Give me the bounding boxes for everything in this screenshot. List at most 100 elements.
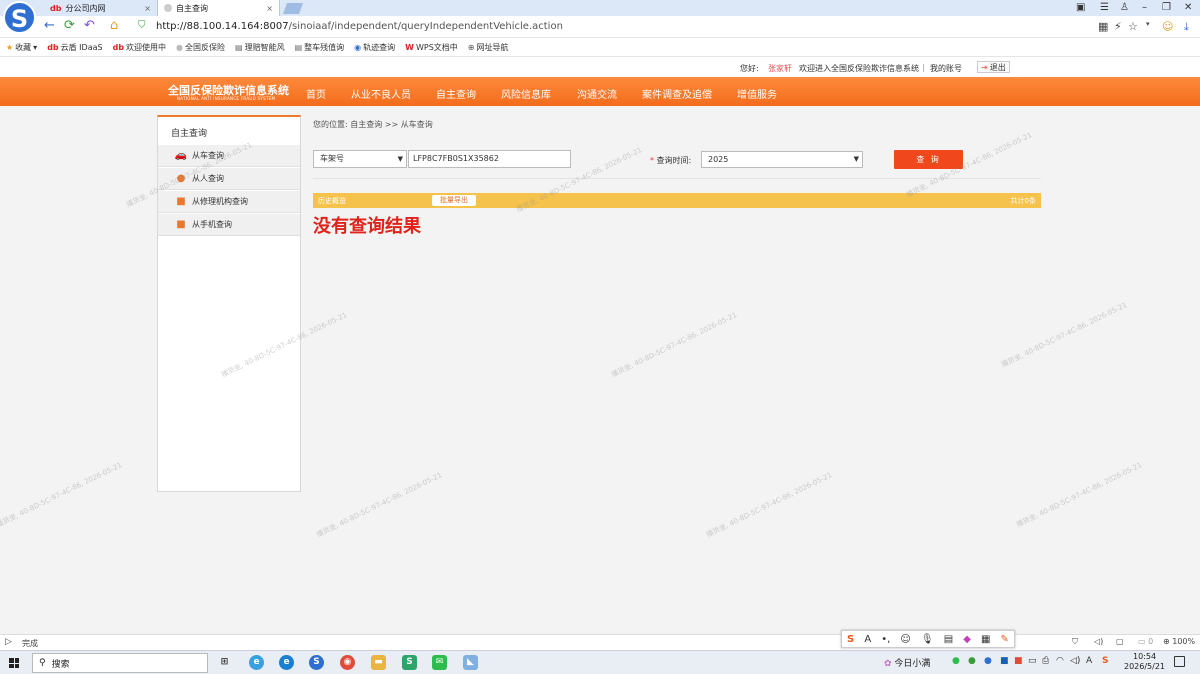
shield-icon[interactable]: ⛉ (1072, 637, 1078, 647)
lock-icon[interactable]: ▢ (1116, 637, 1124, 646)
my-account-link[interactable]: 我的账号 (930, 63, 962, 74)
tray-app-icon[interactable]: ● (968, 656, 976, 666)
edge-icon[interactable]: e (279, 655, 294, 670)
weather-widget[interactable]: ✿ 今日小满 (884, 656, 930, 669)
edge-legacy-icon[interactable]: e (249, 655, 264, 670)
tab-branch-intranet[interactable]: db 分公司内网 × (44, 0, 158, 16)
tab-self-query[interactable]: 自主查询 × (158, 0, 280, 16)
nav-communication[interactable]: 沟通交流 (577, 86, 617, 101)
zoom-level[interactable]: ⊕ 100% (1163, 637, 1195, 646)
punctuation-icon[interactable]: •, (881, 634, 890, 645)
tray-app-icon[interactable]: ■ (1014, 656, 1023, 666)
nav-self-query[interactable]: 自主查询 (436, 86, 476, 101)
wps-icon: W (405, 42, 414, 52)
wechat-icon[interactable]: ✉ (432, 655, 447, 670)
tray-input-icon[interactable]: A (1086, 656, 1092, 666)
sogou-browser-icon[interactable]: S (309, 655, 324, 670)
undo-icon[interactable]: ↶ (84, 19, 95, 33)
speaker-icon[interactable]: ◁) (1094, 637, 1103, 646)
watermark: 播货坐, 40-8D-5C-97-4C-86, 2026-05-21 (1000, 301, 1129, 369)
sidebar-item-phone[interactable]: ■ 从手机查询 (158, 214, 300, 236)
bookmark-vehicle-value[interactable]: ▤ 整车残值询 (295, 42, 345, 53)
batch-export-button[interactable]: 批量导出 (432, 195, 476, 206)
query-button[interactable]: 查 询 (894, 150, 963, 169)
wps-sheet-icon[interactable]: S (402, 655, 417, 670)
tab-close-icon[interactable]: × (144, 4, 151, 13)
sogou-icon[interactable]: S (847, 634, 854, 645)
menu-icon[interactable]: ☰ (1100, 2, 1109, 13)
bookmark-nav[interactable]: ⊕ 网址导航 (468, 42, 509, 53)
browser-logo-icon[interactable]: S (3, 1, 36, 34)
home-icon[interactable]: ⌂ (110, 19, 118, 33)
doc-icon: ▤ (294, 42, 303, 52)
task-view-icon[interactable]: ⊞ (217, 655, 232, 670)
nav-value-added[interactable]: 增值服务 (737, 86, 777, 101)
tray-shield-icon[interactable]: ● (984, 656, 992, 666)
bookmark-idaas[interactable]: db 云盾 IDaaS (47, 42, 102, 53)
tray-volume-icon[interactable]: ◁) (1070, 656, 1080, 666)
grid-icon[interactable]: ▦ (1098, 20, 1108, 33)
download-icon[interactable]: ⤓ (1184, 20, 1189, 34)
doc-icon: ▤ (235, 42, 243, 52)
nav-home[interactable]: 首页 (306, 86, 326, 101)
tray-wechat-icon[interactable]: ● (952, 656, 960, 666)
watermark: 播货坐, 40-8D-5C-97-4C-86, 2026-05-21 (0, 461, 124, 529)
apps-grid-icon[interactable]: ▦ (981, 634, 990, 645)
secure-shield-icon: ⛉ (138, 20, 146, 31)
star-icon[interactable]: ☆ (1128, 20, 1138, 33)
keyboard-icon[interactable]: ▤ (944, 634, 953, 645)
bookmark-welcome[interactable]: db 欢迎使用中 (113, 42, 166, 53)
tray-printer-icon[interactable]: ⎙ (1042, 656, 1049, 666)
minimize-icon[interactable]: – (1142, 2, 1147, 13)
year-select[interactable]: 2025 ▼ (701, 151, 863, 168)
tool-icon[interactable]: ✎ (1001, 634, 1009, 645)
bookmark-track[interactable]: ◉ 轨迹查询 (354, 42, 395, 53)
ime-toolbar: S A •, ☺ 🎙 ▤ ◆ ▦ ✎ (841, 630, 1015, 648)
close-window-icon[interactable]: ✕ (1184, 2, 1192, 13)
tray-wifi-icon[interactable]: ◠ (1056, 656, 1064, 666)
bookmark-claims[interactable]: ▤ 理赔智能风 (235, 42, 285, 53)
nav-risk-db[interactable]: 风险信息库 (501, 86, 551, 101)
restore-icon[interactable]: ❐ (1162, 2, 1171, 13)
shirt-icon[interactable]: ♙ (1120, 2, 1129, 13)
taskbar-search[interactable]: ⚲ 搜索 (32, 653, 208, 673)
emoji-icon[interactable]: ☺ (900, 634, 910, 645)
bookmark-wps[interactable]: W WPS文档中 (405, 42, 458, 53)
logout-button[interactable]: ⇥ 退出 (977, 61, 1010, 73)
tab-close-icon[interactable]: × (266, 4, 273, 13)
lightning-icon[interactable]: ⚡ (1114, 20, 1122, 33)
bookmarks-bar: ★ 收藏 ▾ db 云盾 IDaaS db 欢迎使用中 ● 全国反保险 ▤ 理赔智能风 ▤ 整… (0, 38, 1200, 57)
url-field[interactable]: http://88.100.14.164:8007/sinoiaaf/indep… (156, 21, 563, 32)
field-type-select[interactable]: 车架号 ▼ (313, 150, 407, 168)
refresh-icon[interactable]: ⟳ (64, 19, 75, 33)
tray-network-icon[interactable]: ▭ (1028, 656, 1037, 666)
microphone-icon[interactable]: 🎙 (921, 634, 934, 645)
sidebar-item-repair-shop[interactable]: ■ 从修理机构查询 (158, 191, 300, 213)
vin-input[interactable]: LFP8C7FB0S1X35862 (408, 150, 571, 168)
bookmark-anti-fraud[interactable]: ● 全国反保险 (176, 42, 225, 53)
emoji-icon[interactable]: ☺ (1162, 20, 1173, 33)
notification-icon[interactable] (1174, 656, 1185, 667)
nav-bad-personnel[interactable]: 从业不良人员 (351, 86, 411, 101)
new-tab-button[interactable] (282, 3, 304, 14)
skin-icon[interactable]: ◆ (963, 634, 971, 645)
tray-app-icon[interactable]: ■ (1000, 656, 1009, 666)
sidebar-item-person[interactable]: ● 从人查询 (158, 168, 300, 190)
app-icon[interactable]: ◣ (463, 655, 478, 670)
font-icon[interactable]: A (864, 634, 871, 645)
start-button[interactable] (9, 658, 19, 668)
nav-case-investigation[interactable]: 案件调查及追偿 (642, 86, 712, 101)
file-explorer-icon[interactable]: ▬ (371, 655, 386, 670)
site-user-bar: 您好: 张家轩 欢迎进入全国反保险欺诈信息系统 | 我的账号 ⇥ 退出 (0, 57, 1200, 77)
chrome-icon[interactable]: ◉ (340, 655, 355, 670)
sidebar-item-vehicle[interactable]: 🚗 从车查询 (158, 145, 300, 167)
tray-sogou-icon[interactable]: S (1102, 656, 1108, 666)
sidebar-toggle-icon[interactable]: ▷ (5, 637, 12, 647)
chevron-down-icon: ▼ (397, 155, 403, 163)
bookmark-favorites[interactable]: ★ 收藏 ▾ (6, 42, 37, 53)
main-nav: 全国反保险欺诈信息系统 NATIONAL ANTI INSURANCE FRAU… (0, 77, 1200, 106)
clock[interactable]: 10:54 2026/5/21 (1124, 652, 1165, 672)
back-icon[interactable]: ← (44, 19, 55, 33)
chevron-down-icon[interactable]: ▾ (1146, 20, 1150, 28)
badge-icon[interactable]: ▣ (1076, 2, 1085, 13)
